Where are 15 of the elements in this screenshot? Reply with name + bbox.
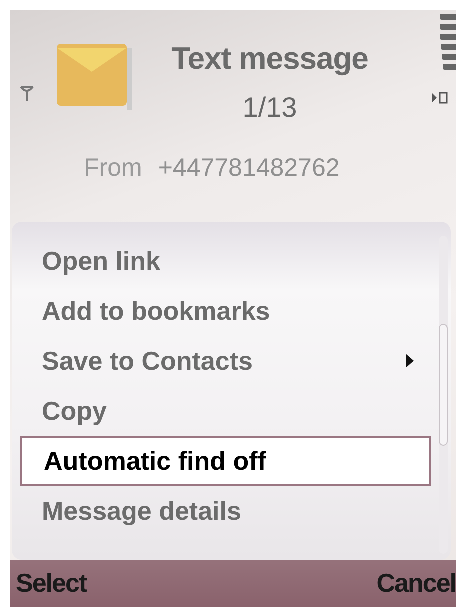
battery-level-icon — [438, 12, 456, 72]
sender-number: +447781482762 — [158, 153, 340, 184]
signal-antenna-icon — [20, 85, 34, 101]
menu-item[interactable]: Add to bookmarks — [20, 286, 431, 336]
cancel-softkey[interactable]: Cancel — [376, 564, 456, 603]
menu-item[interactable]: Open link — [20, 236, 431, 286]
menu-item[interactable]: Automatic find off — [20, 436, 431, 486]
menu-item[interactable]: Save to Contacts — [20, 336, 431, 386]
message-counter: 1/13 — [242, 90, 298, 124]
menu-item[interactable]: Message details — [20, 486, 431, 536]
from-label: From — [84, 153, 142, 184]
menu-item[interactable]: Copy — [20, 386, 431, 436]
arrow-indicator-icon — [432, 92, 448, 104]
message-title: Text message — [172, 40, 368, 78]
select-softkey[interactable]: Select — [16, 564, 87, 603]
